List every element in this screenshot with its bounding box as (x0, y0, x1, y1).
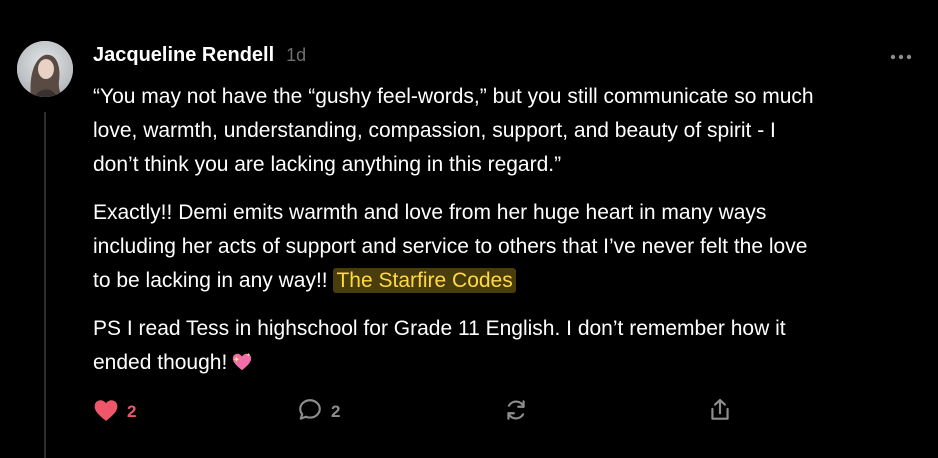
paragraph-line: to be lacking in any way!! The Starfire … (93, 264, 923, 298)
sparkling-heart-icon (231, 350, 253, 384)
paragraph-line: don’t think you are lacking anything in … (93, 153, 562, 176)
like-button[interactable]: 2 (93, 396, 136, 428)
more-options-icon[interactable] (886, 50, 916, 64)
mention-link[interactable]: The Starfire Codes (333, 268, 516, 293)
paragraph-line: PS I read Tess in highschool for Grade 1… (93, 317, 786, 340)
heart-icon (93, 398, 119, 427)
paragraph-line: love, warmth, understanding, compassion,… (93, 119, 776, 142)
paragraph-line: Exactly!! Demi emits warmth and love fro… (93, 201, 767, 224)
paragraph-line: including her acts of support and servic… (93, 235, 808, 258)
comment-paragraph: Exactly!! Demi emits warmth and love fro… (93, 196, 923, 298)
thread-line (44, 112, 46, 458)
reply-button[interactable]: 2 (297, 396, 340, 428)
comment-actions: 2 2 (93, 396, 743, 428)
restack-button[interactable] (503, 396, 529, 428)
share-icon (707, 397, 733, 428)
avatar[interactable] (17, 41, 73, 97)
paragraph-line-text: to be lacking in any way!! (93, 269, 328, 292)
comment-header: Jacqueline Rendell 1d (93, 44, 306, 72)
comment-paragraph: “You may not have the “gushy feel-words,… (93, 80, 923, 182)
share-button[interactable] (707, 396, 733, 428)
comment-body: “You may not have the “gushy feel-words,… (93, 80, 923, 398)
paragraph-line-text: ended though! (93, 351, 228, 374)
paragraph-line: ended though! (93, 346, 923, 384)
restack-icon (503, 397, 529, 428)
comment-paragraph: PS I read Tess in highschool for Grade 1… (93, 312, 923, 384)
like-count: 2 (127, 402, 137, 421)
reply-count: 2 (331, 402, 341, 421)
paragraph-line: “You may not have the “gushy feel-words,… (93, 85, 814, 108)
comment-age: 1d (286, 45, 307, 65)
author-name[interactable]: Jacqueline Rendell (93, 44, 274, 67)
comment-icon (297, 397, 323, 428)
